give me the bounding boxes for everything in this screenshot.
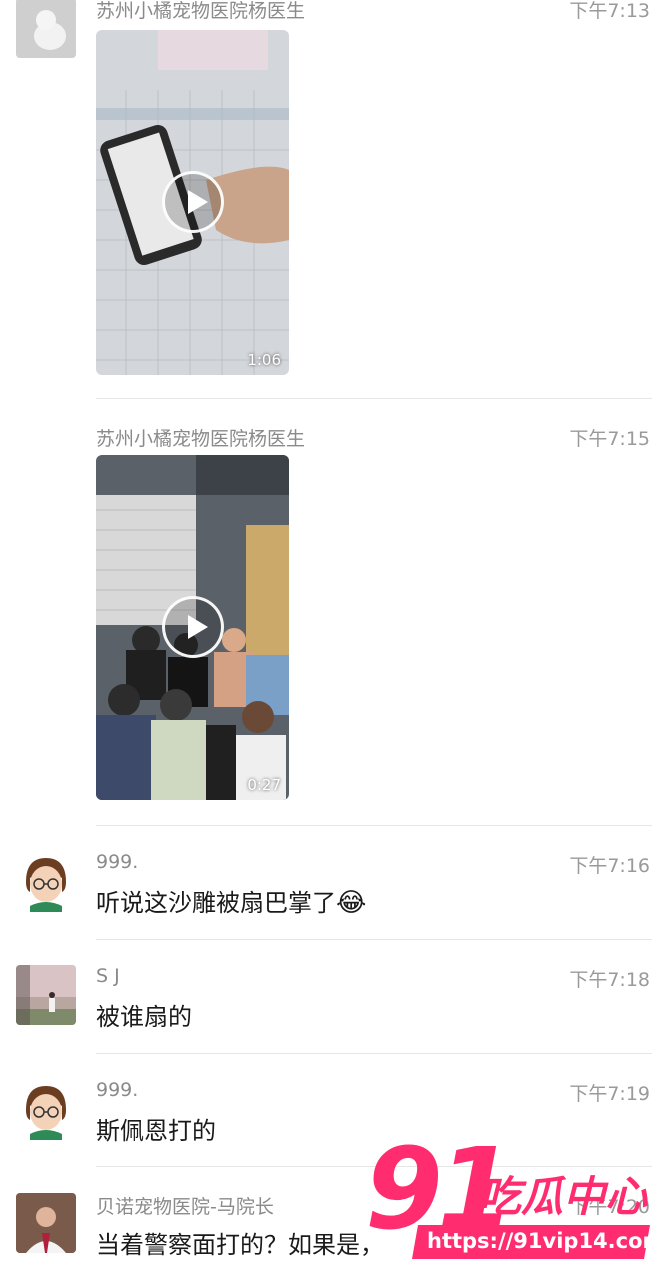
play-icon[interactable]	[161, 171, 224, 233]
dog-avatar-image	[16, 0, 76, 58]
watermark: 91 吃瓜中心 https://91vip14.com	[365, 1134, 665, 1270]
avatar[interactable]	[16, 965, 76, 1025]
message-text[interactable]: 听说这沙雕被扇巴掌了😂	[96, 883, 366, 918]
sender-name: S J	[96, 965, 120, 987]
video-duration: 0:27	[247, 776, 281, 794]
divider	[96, 939, 652, 940]
message-text-body: 听说这沙雕被扇巴掌了	[96, 889, 336, 917]
cartoon-avatar-image	[16, 852, 76, 912]
message-time: 下午7:15	[569, 428, 650, 450]
avatar[interactable]	[16, 0, 76, 58]
avatar[interactable]	[16, 1193, 76, 1253]
divider	[96, 825, 652, 826]
message-time: 下午7:18	[569, 969, 650, 991]
photo-avatar-image	[16, 1193, 76, 1253]
photo-avatar-image	[16, 965, 76, 1025]
avatar[interactable]	[16, 1080, 76, 1140]
message-time: 下午7:16	[569, 855, 650, 877]
play-icon[interactable]	[161, 596, 224, 658]
cartoon-avatar-image	[16, 1080, 76, 1140]
divider	[96, 1053, 652, 1054]
watermark-url: https://91vip14.com	[427, 1229, 665, 1253]
divider	[96, 398, 652, 399]
message-text[interactable]: 当着警察面打的？如果是，	[96, 1225, 384, 1260]
message-text[interactable]: 被谁扇的	[96, 997, 192, 1032]
message-time: 下午7:13	[569, 0, 650, 22]
video-message[interactable]: 1:06	[96, 30, 289, 375]
video-message[interactable]: 0:27	[96, 455, 289, 800]
sender-name: 贝诺宠物医院-马院长	[96, 1196, 274, 1218]
avatar[interactable]	[16, 852, 76, 912]
sender-name: 苏州小橘宠物医院杨医生	[96, 0, 306, 22]
watermark-title: 吃瓜中心	[479, 1172, 648, 1221]
laughing-tears-emoji-icon: 😂	[336, 888, 367, 918]
message-time: 下午7:19	[569, 1083, 650, 1105]
sender-name: 苏州小橘宠物医院杨医生	[96, 428, 306, 450]
sender-name: 999.	[96, 1079, 139, 1101]
video-duration: 1:06	[247, 351, 281, 369]
sender-name: 999.	[96, 851, 139, 873]
message-text[interactable]: 斯佩恩打的	[96, 1111, 216, 1146]
